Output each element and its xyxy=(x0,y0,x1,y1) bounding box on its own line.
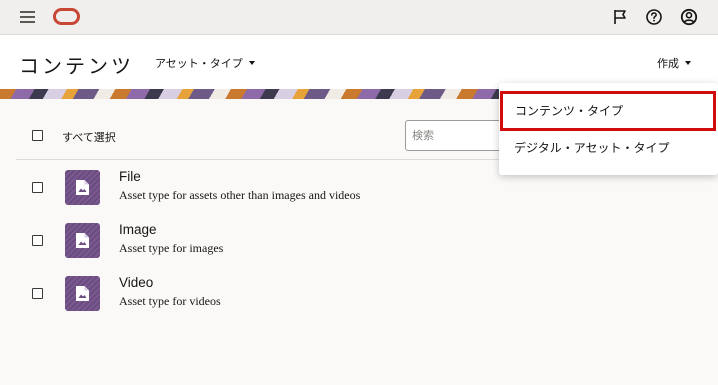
help-icon[interactable] xyxy=(645,8,663,26)
item-name[interactable]: File xyxy=(119,169,141,184)
user-icon[interactable] xyxy=(680,8,698,26)
item-description: Asset type for videos xyxy=(119,294,221,308)
menu-item-content-type[interactable]: コンテンツ・タイプ xyxy=(500,91,716,131)
divider xyxy=(16,159,536,160)
top-bar xyxy=(0,0,718,35)
list-item[interactable]: Video Asset type for videos xyxy=(0,275,520,320)
asset-type-thumbnail xyxy=(65,170,100,205)
create-button[interactable]: 作成 xyxy=(657,55,691,71)
oracle-logo[interactable] xyxy=(53,8,80,25)
item-description: Asset type for images xyxy=(119,241,224,255)
row-checkbox[interactable] xyxy=(32,288,43,299)
page-title: コンテンツ xyxy=(19,54,134,78)
caret-down-icon xyxy=(248,61,255,65)
select-all-label: すべて選択 xyxy=(62,131,116,144)
row-checkbox[interactable] xyxy=(32,182,43,193)
hamburger-icon[interactable] xyxy=(20,11,35,23)
row-checkbox[interactable] xyxy=(32,235,43,246)
asset-type-thumbnail xyxy=(65,276,100,311)
document-image-icon xyxy=(76,180,89,195)
item-name[interactable]: Video xyxy=(119,275,153,290)
asset-type-select-label: アセット・タイプ xyxy=(155,57,243,70)
create-dropdown-menu: コンテンツ・タイプ デジタル・アセット・タイプ xyxy=(499,83,718,175)
create-button-label: 作成 xyxy=(657,57,679,70)
document-image-icon xyxy=(76,233,89,248)
item-name[interactable]: Image xyxy=(119,222,157,237)
caret-down-icon xyxy=(685,61,691,65)
asset-type-thumbnail xyxy=(65,223,100,258)
list-item[interactable]: Image Asset type for images xyxy=(0,222,520,267)
page-header: コンテンツ アセット・タイプ 作成 xyxy=(0,35,718,89)
flag-icon[interactable] xyxy=(611,8,629,26)
select-all-checkbox[interactable] xyxy=(32,130,43,141)
menu-item-digital-asset-type[interactable]: デジタル・アセット・タイプ xyxy=(499,129,718,169)
asset-type-select[interactable]: アセット・タイプ xyxy=(155,55,255,71)
list-item[interactable]: File Asset type for assets other than im… xyxy=(0,169,520,214)
document-image-icon xyxy=(76,286,89,301)
item-description: Asset type for assets other than images … xyxy=(119,188,361,202)
